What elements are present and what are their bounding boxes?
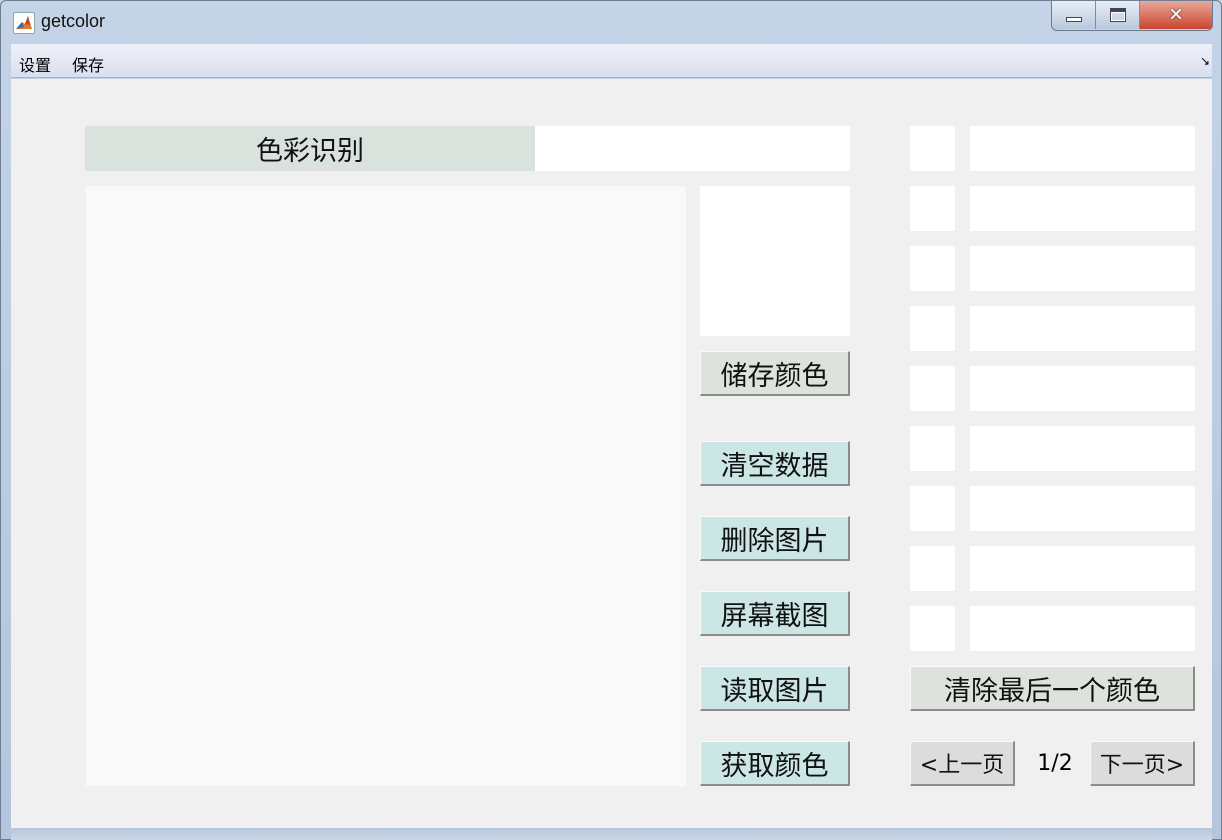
clear-last-color-button[interactable]: 清除最后一个颜色 [910,666,1195,711]
maximize-button[interactable] [1096,1,1140,29]
window-controls: ✕ [1051,1,1213,31]
swatch-value [970,246,1195,291]
get-color-button[interactable]: 获取颜色 [700,741,850,786]
panel-title: 色彩识别 [85,126,535,171]
minimize-button[interactable] [1052,1,1096,29]
app-window: getcolor ✕ 设置 保存 ↘ 色彩识别 储存颜色 清空数据 删除图片 屏… [0,0,1222,840]
menu-save[interactable]: 保存 [72,52,104,76]
matlab-icon [13,12,35,34]
swatch-value [970,366,1195,411]
page-indicator: 1/2 [1037,751,1073,776]
swatch-value [970,546,1195,591]
clear-data-button[interactable]: 清空数据 [700,441,850,486]
color-preview [700,186,850,336]
menu-bar: 设置 保存 ↘ [11,44,1212,78]
swatch-value [970,186,1195,231]
swatch [910,126,955,171]
swatch-value [970,486,1195,531]
color-value-display [535,126,850,171]
figure-client-area: 色彩识别 储存颜色 清空数据 删除图片 屏幕截图 读取图片 获取颜色 清除最后一… [11,79,1212,828]
next-page-button[interactable]: 下一页> [1090,741,1195,786]
swatch [910,606,955,651]
toolbar-toggle-icon[interactable]: ↘ [1200,54,1210,68]
close-icon: ✕ [1168,4,1184,26]
window-bottom-border [11,828,1212,840]
screenshot-button[interactable]: 屏幕截图 [700,591,850,636]
swatch [910,426,955,471]
delete-image-button[interactable]: 删除图片 [700,516,850,561]
swatch [910,246,955,291]
maximize-icon [1110,8,1126,22]
swatch-value [970,126,1195,171]
swatch [910,486,955,531]
close-button[interactable]: ✕ [1140,1,1212,29]
read-image-button[interactable]: 读取图片 [700,666,850,711]
title-bar[interactable]: getcolor ✕ [1,1,1221,43]
swatch [910,306,955,351]
swatch [910,546,955,591]
swatch-value [970,426,1195,471]
image-axes[interactable] [86,186,686,786]
minimize-icon [1066,17,1082,22]
swatch [910,186,955,231]
swatch [910,366,955,411]
swatch-value [970,606,1195,651]
window-title: getcolor [41,11,106,31]
swatch-value [970,306,1195,351]
save-color-button[interactable]: 储存颜色 [700,351,850,396]
prev-page-button[interactable]: <上一页 [910,741,1015,786]
menu-settings[interactable]: 设置 [19,52,51,76]
